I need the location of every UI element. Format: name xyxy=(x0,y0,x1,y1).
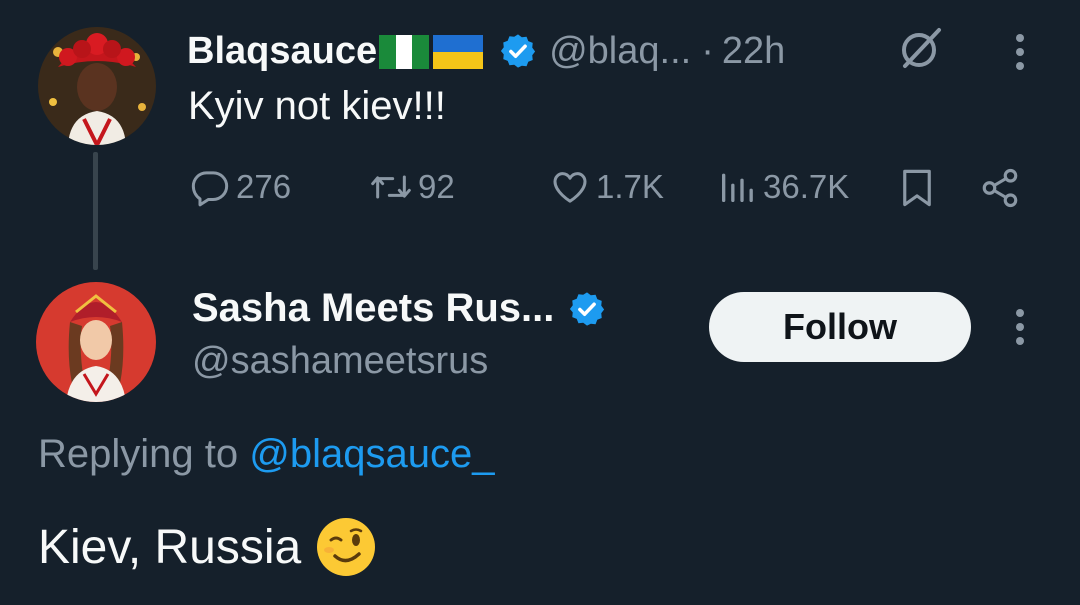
share-button[interactable] xyxy=(978,167,1022,209)
views-button[interactable]: 36.7K xyxy=(717,167,849,207)
tweet1-display-name[interactable]: Blaqsauce xyxy=(187,30,377,73)
tweet1-handle[interactable]: @blaq... xyxy=(549,30,691,73)
replying-to-mention[interactable]: @blaqsauce_ xyxy=(249,432,494,476)
tweet2-display-name[interactable]: Sasha Meets Rus... xyxy=(192,286,554,331)
more-options-icon[interactable] xyxy=(1008,32,1032,72)
tweet1-header: Blaqsauce @blaq... · 22h xyxy=(187,26,785,76)
tweet1-text: Kyiv not kiev!!! xyxy=(188,84,446,128)
reply-icon xyxy=(191,171,229,207)
reply-count: 276 xyxy=(236,168,292,205)
tweet2-header: Sasha Meets Rus... xyxy=(192,286,606,331)
avatar-blaqsauce[interactable] xyxy=(38,27,156,145)
analytics-icon xyxy=(722,173,753,202)
verified-badge-icon xyxy=(499,32,537,70)
more-options-icon[interactable] xyxy=(1008,307,1032,347)
tweet2-handle[interactable]: @sashameetsrus xyxy=(192,340,488,383)
verified-badge-icon xyxy=(568,290,606,328)
share-icon xyxy=(982,168,1018,208)
avatar-sashameetsrus[interactable] xyxy=(36,282,156,402)
tweet1-timestamp[interactable]: 22h xyxy=(722,30,785,73)
replying-to-line: Replying to @blaqsauce_ xyxy=(38,432,494,477)
repost-icon xyxy=(371,175,411,199)
like-count: 1.7K xyxy=(596,168,664,205)
ukraine-flag-icon xyxy=(433,35,485,69)
bookmark-button[interactable] xyxy=(899,167,935,209)
like-button[interactable]: 1.7K xyxy=(548,167,664,207)
thread-line xyxy=(93,152,98,270)
nigeria-flag-icon xyxy=(379,35,431,69)
winking-face-emoji-icon xyxy=(315,516,377,578)
repost-button[interactable]: 92 xyxy=(366,167,455,207)
tweet2-body: Kiev, Russia xyxy=(38,516,377,578)
views-count: 36.7K xyxy=(763,168,850,205)
tweet2-text: Kiev, Russia xyxy=(38,520,302,574)
bookmark-icon xyxy=(903,169,931,207)
grok-icon[interactable] xyxy=(897,24,945,72)
repost-count: 92 xyxy=(418,168,455,205)
follow-button[interactable]: Follow xyxy=(709,292,971,362)
replying-prefix: Replying to xyxy=(38,432,250,476)
heart-icon xyxy=(553,172,587,203)
reply-button[interactable]: 276 xyxy=(188,167,291,207)
separator-dot: · xyxy=(701,29,714,72)
